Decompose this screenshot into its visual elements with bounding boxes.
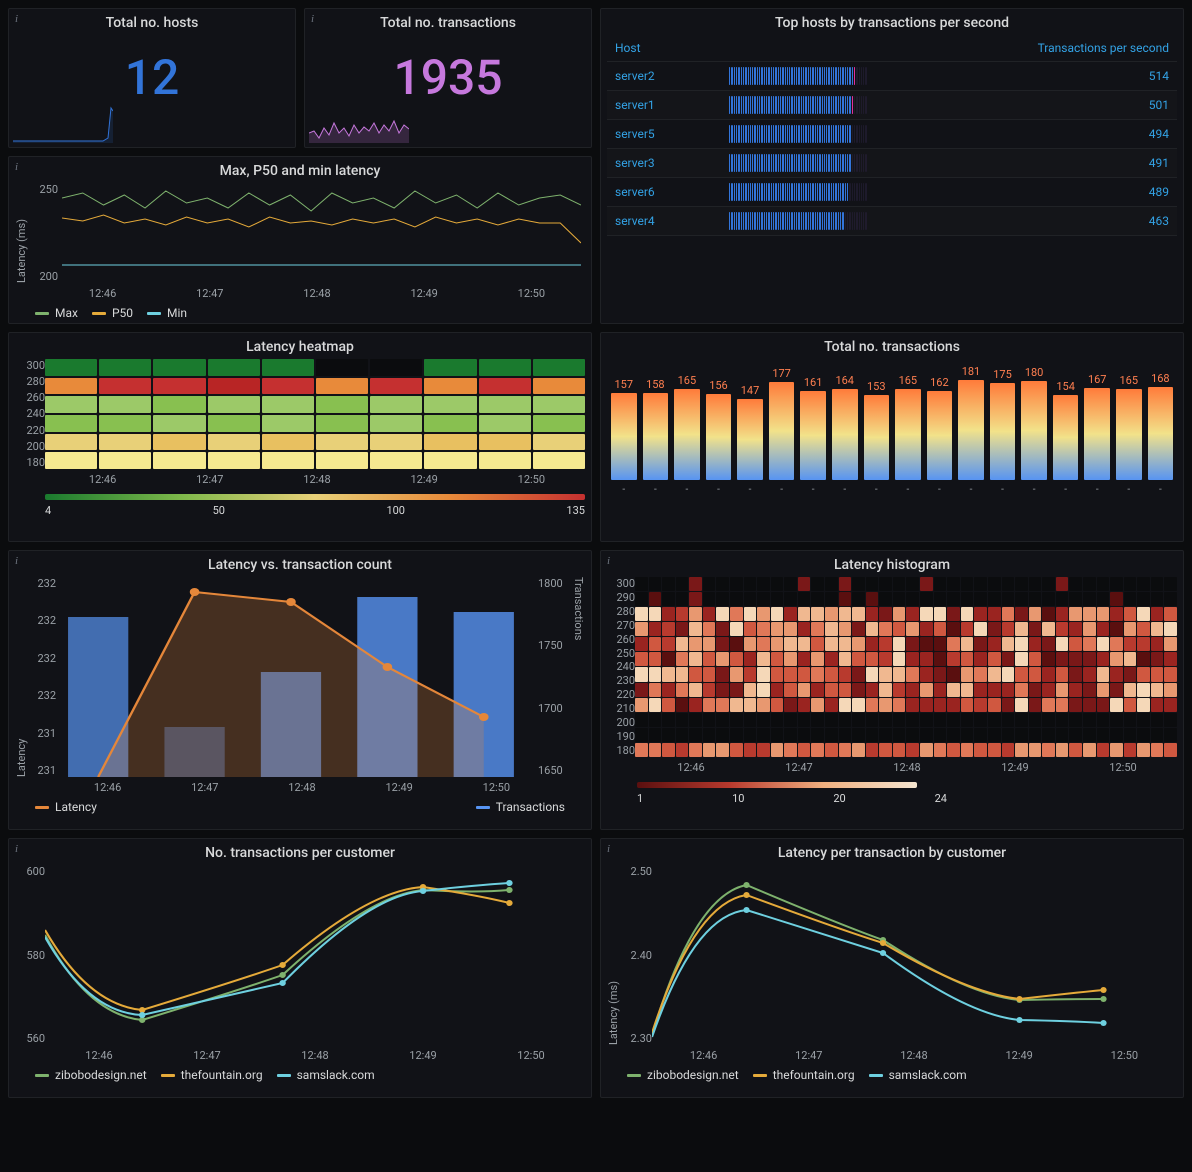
latency-vs-count-chart [56,577,538,777]
info-icon[interactable]: i [15,13,18,25]
info-icon[interactable]: i [15,843,18,855]
total-transactions-bar-panel[interactable]: Total no. transactions 157-158-165-156-1… [600,332,1184,542]
y-ticks-left: 232232232232231231 [28,577,56,777]
panel-title: Latency histogram [607,557,1177,573]
x-ticks: 12:46 12:47 12:48 12:49 12:50 [15,287,585,300]
x-ticks: 12:4612:4712:4812:4912:50 [607,1049,1177,1062]
x-ticks: 12:4612:4712:4812:4912:50 [15,781,585,794]
legend-item[interactable]: zibobodesign.net [35,1068,147,1082]
color-scale [45,494,585,500]
panel-title: Top hosts by transactions per second [607,15,1177,31]
transaction-bars: 157-158-165-156-147-177-161-164-153-165-… [607,375,1177,495]
latency-heatmap-panel[interactable]: Latency heatmap 300280260240220200180 12… [8,332,592,542]
legend-item[interactable]: samslack.com [869,1068,967,1082]
panel-title: Max, P50 and min latency [15,163,585,179]
y-axis-label-left: Latency [15,577,28,777]
top-hosts-table: Host Transactions per second server2514s… [607,35,1177,236]
trans-per-customer-panel[interactable]: i No. transactions per customer 60058056… [8,838,592,1098]
table-row[interactable]: server4463 [607,207,1177,236]
y-ticks: 300280260240220200180 [15,359,45,469]
col-tps[interactable]: Transactions per second [875,35,1177,62]
y-ticks-right: 1800175017001650 [538,577,572,777]
y-ticks: 2.502.402.30 [620,865,652,1045]
latency-lines-panel[interactable]: i Max, P50 and min latency Latency (ms) … [8,156,592,324]
y-ticks: 250 200 [28,183,58,283]
y-axis-label: Latency (ms) [607,865,620,1045]
panel-title: Latency vs. transaction count [15,557,585,573]
legend-item[interactable]: zibobodesign.net [627,1068,739,1082]
panel-title: Total no. hosts [15,15,289,31]
legend: zibobodesign.net thefountain.org samslack.… [15,1068,585,1082]
info-icon[interactable]: i [607,843,610,855]
latency-lines-chart [62,183,581,283]
panel-title: Latency per transaction by customer [607,845,1177,861]
latency-per-customer-chart [652,865,1177,1045]
legend-item[interactable]: thefountain.org [753,1068,855,1082]
y-axis-label-right: Transactions [572,577,585,777]
info-icon[interactable]: i [311,13,314,25]
latency-histogram-panel[interactable]: i Latency histogram 30029028027026025024… [600,550,1184,830]
total-hosts-value: 12 [15,49,289,106]
x-ticks: 12:4612:4712:4812:4912:50 [15,1049,585,1062]
color-scale-labels: 450100135 [45,504,585,517]
table-row[interactable]: server6489 [607,178,1177,207]
col-host[interactable]: Host [607,35,721,62]
legend-item[interactable]: Transactions [476,800,565,814]
y-ticks: 300290280270260250240230220210200190180 [607,577,635,757]
total-transactions-value: 1935 [311,49,585,106]
info-icon[interactable]: i [607,555,610,567]
legend-item[interactable]: P50 [92,306,133,320]
color-scale [637,782,917,788]
histogram-cells [635,577,1177,757]
y-axis-label: Latency (ms) [15,183,28,283]
sparkline [13,103,113,143]
total-hosts-panel[interactable]: i Total no. hosts 12 [8,8,296,148]
heatmap-cells [45,359,585,469]
x-ticks: 12:4612:4712:4812:4912:50 [607,761,1177,774]
legend: Max P50 Min [15,306,585,320]
table-row[interactable]: server2514 [607,62,1177,91]
latency-vs-count-panel[interactable]: i Latency vs. transaction count Latency … [8,550,592,830]
legend-item[interactable]: Min [147,306,187,320]
y-ticks: 600580560 [15,865,45,1045]
top-hosts-panel[interactable]: Top hosts by transactions per second Hos… [600,8,1184,324]
table-row[interactable]: server3491 [607,149,1177,178]
legend-item[interactable]: Max [35,306,78,320]
panel-title: Latency heatmap [15,339,585,355]
panel-title: Total no. transactions [607,339,1177,355]
panel-title: Total no. transactions [311,15,585,31]
info-icon[interactable]: i [15,161,18,173]
table-row[interactable]: server1501 [607,91,1177,120]
sparkline [309,103,409,143]
x-ticks: 12:4612:4712:4812:4912:50 [15,473,585,486]
legend-item[interactable]: thefountain.org [161,1068,263,1082]
color-scale-labels: 1102024 [637,792,947,805]
legend: Latency Transactions [15,800,585,814]
legend-item[interactable]: samslack.com [277,1068,375,1082]
trans-per-customer-chart [45,865,585,1045]
panel-title: No. transactions per customer [15,845,585,861]
legend: zibobodesign.net thefountain.org samslack.… [607,1068,1177,1082]
latency-per-customer-panel[interactable]: i Latency per transaction by customer La… [600,838,1184,1098]
total-transactions-stat-panel[interactable]: i Total no. transactions 1935 [304,8,592,148]
info-icon[interactable]: i [15,555,18,567]
legend-item[interactable]: Latency [35,800,97,814]
table-row[interactable]: server5494 [607,120,1177,149]
